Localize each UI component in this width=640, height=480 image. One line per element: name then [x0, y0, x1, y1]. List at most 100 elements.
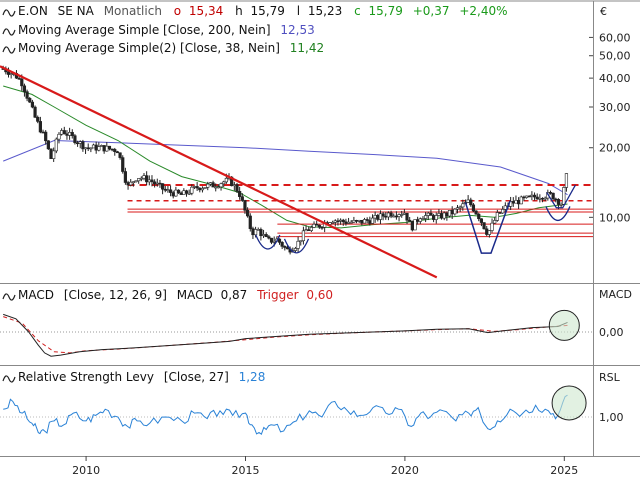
price-bar-body — [394, 215, 398, 218]
price-bar-body — [530, 194, 534, 197]
price-bar-body — [447, 209, 452, 217]
rsl-line — [3, 394, 568, 435]
price-bar-body — [277, 238, 282, 243]
price-tick-label: 60,00 — [599, 31, 631, 44]
price-bar-body — [501, 209, 505, 214]
price-bar-body — [320, 226, 324, 229]
price-tick-label: 30,00 — [599, 101, 631, 114]
price-bar-body — [62, 130, 66, 135]
price-bar-body — [272, 240, 276, 243]
price-bar-body — [261, 234, 266, 237]
svg-text:MACD [Close, 12, 26, 9]: MACD [Close, 12, 26, 9] MACD 0,87 Trigge… — [18, 288, 333, 302]
price-bar-body — [490, 222, 494, 231]
ma38-line — [3, 85, 568, 229]
open-value: 15,34 — [189, 4, 223, 18]
price-bar-body — [33, 106, 37, 118]
price-bar-body — [142, 175, 146, 179]
interval-label: Monatlich — [104, 4, 162, 18]
price-bar-body — [206, 183, 210, 188]
price-bar-body — [357, 219, 361, 222]
price-bar-body — [485, 228, 489, 235]
close-value: 15,79 — [369, 4, 403, 18]
price-bar-body — [360, 219, 364, 224]
svg-text:E.ON SE NA Monatli: E.ON SE NA Monatlich o 15,34 h 15,79 l 1… — [18, 4, 508, 18]
price-bar-body — [139, 177, 143, 180]
downtrend-line — [0, 65, 438, 279]
change-percent: +2,40% — [459, 4, 507, 18]
price-bar-body — [400, 214, 404, 216]
rsl-axis-ticks: 1,00 — [599, 411, 624, 424]
price-bar-body — [70, 132, 74, 137]
price-bar-body — [551, 192, 555, 200]
price-bar-body — [60, 130, 64, 135]
price-bar-body — [166, 189, 170, 192]
price-bar-body — [28, 98, 32, 103]
x-tick-label: 2020 — [391, 464, 419, 477]
trigger-value: 0,60 — [306, 288, 333, 302]
price-bar-body — [264, 234, 268, 237]
bottom-arc-recent — [545, 206, 571, 222]
price-bar-body — [9, 73, 13, 75]
price-bar-body — [540, 197, 545, 200]
price-bar-body — [341, 219, 345, 223]
price-bar-body — [280, 242, 284, 247]
macd-params: [Close, 12, 26, 9] — [64, 288, 167, 302]
price-bar-body — [376, 215, 380, 220]
price-legend: E.ON SE NA Monatlich o 15,34 h 15,79 l 1… — [2, 4, 508, 55]
macd-axis-label: MACD — [599, 288, 632, 301]
price-bar-body — [259, 229, 263, 237]
trigger-label: Trigger — [256, 288, 298, 302]
price-axis-ticks: 10,00 20,00 30,00 40,00 50,00 60,00 — [589, 31, 631, 224]
price-bar-body — [68, 132, 72, 136]
change-value: +0,37 — [413, 4, 450, 18]
symbol-label: E.ON — [18, 4, 48, 18]
price-bar-body — [52, 150, 56, 159]
x-tick-label: 2015 — [231, 464, 259, 477]
price-bar-body — [113, 149, 117, 152]
price-bar-body — [562, 187, 566, 205]
rsl-icon — [2, 375, 16, 383]
price-bar-body — [339, 219, 343, 222]
macd-icon — [2, 293, 16, 301]
price-bar-body — [57, 133, 61, 140]
price-bar-body — [179, 192, 183, 195]
price-bar-body — [381, 213, 385, 217]
price-bar-body — [208, 182, 213, 185]
price-bar-body — [461, 203, 465, 208]
price-bar-body — [548, 192, 553, 194]
price-bar-body — [176, 189, 181, 194]
price-bar-body — [253, 229, 258, 236]
price-bar-body — [65, 133, 69, 136]
price-bar-body — [89, 147, 93, 150]
price-bar-body — [434, 215, 438, 220]
price-bar-body — [373, 215, 377, 219]
price-bar-body — [362, 219, 367, 224]
price-bar-body — [214, 186, 218, 189]
price-bar-body — [184, 190, 189, 194]
price-bar-body — [224, 178, 228, 183]
price-bar-body — [503, 205, 507, 210]
price-bar-body — [238, 191, 242, 197]
price-bar-body — [211, 182, 215, 188]
price-bar-body — [477, 213, 481, 220]
low-value: 15,23 — [308, 4, 342, 18]
price-bar-body — [200, 188, 205, 191]
price-bar-body — [30, 101, 35, 108]
price-bar-body — [256, 229, 260, 231]
ma38-legend-value: 11,42 — [290, 41, 324, 55]
price-bar-body — [163, 188, 167, 191]
price-bar-body — [336, 220, 340, 223]
price-bar-body — [450, 209, 454, 215]
macd-value: 0,87 — [221, 288, 248, 302]
price-bar-body — [397, 214, 401, 217]
price-bar-body — [466, 199, 470, 203]
price-bar-body — [471, 204, 476, 212]
svg-text:Relative Strength Levy [: Relative Strength Levy [Close, 27] 1,28 — [18, 370, 265, 384]
price-bar-body — [168, 189, 173, 193]
price-bar-body — [153, 181, 157, 185]
price-bar-body — [134, 180, 138, 183]
price-bar-body — [17, 77, 21, 80]
price-bar-body — [182, 190, 186, 195]
rsl-tick-label: 1,00 — [599, 411, 624, 424]
price-bar-body — [378, 213, 383, 220]
